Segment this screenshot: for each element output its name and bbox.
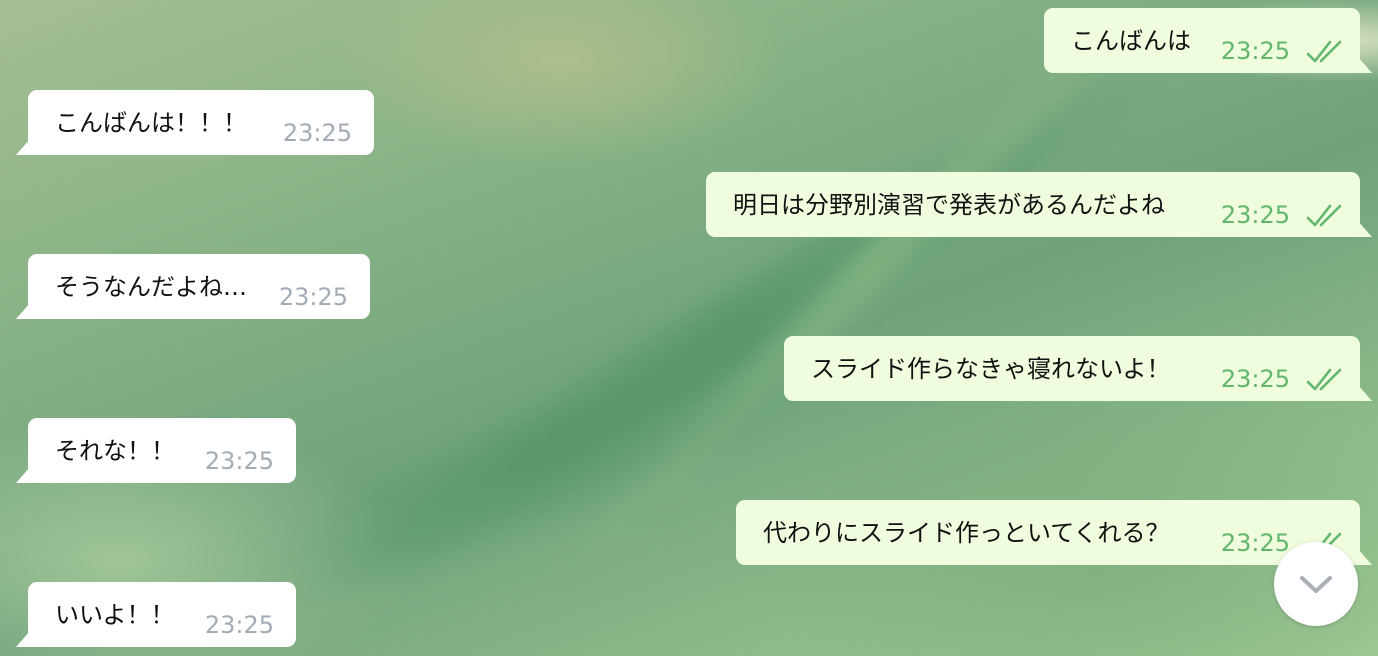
double-check-icon <box>1306 40 1342 63</box>
message-text: 明日は分野別演習で発表があるんだよね <box>733 191 1165 219</box>
message-time: 23:25 <box>282 119 352 147</box>
scroll-to-bottom-button[interactable] <box>1274 542 1358 626</box>
outgoing-message[interactable]: 代わりにスライド作っといてくれる？ 23:25 <box>736 500 1372 565</box>
message-text: それな！！ <box>55 437 175 465</box>
message-time: 23:25 <box>204 611 274 639</box>
incoming-message[interactable]: いいよ！！ 23:25 <box>16 582 296 647</box>
outgoing-message[interactable]: こんばんは 23:25 <box>1044 8 1372 73</box>
message-text: スライド作らなきゃ寝れないよ！ <box>811 355 1171 383</box>
message-text: そうなんだよね… <box>55 273 247 301</box>
message-text: こんばんは <box>1071 27 1191 55</box>
chevron-down-icon <box>1300 576 1332 593</box>
message-time: 23:25 <box>1220 365 1290 393</box>
double-check-icon <box>1306 204 1342 227</box>
message-text: いいよ！！ <box>55 601 175 629</box>
message-time: 23:25 <box>1220 529 1290 557</box>
incoming-message[interactable]: それな！！ 23:25 <box>16 418 296 483</box>
message-time: 23:25 <box>278 283 348 311</box>
message-time: 23:25 <box>1220 201 1290 229</box>
message-text: 代わりにスライド作っといてくれる？ <box>763 519 1170 547</box>
incoming-message[interactable]: そうなんだよね… 23:25 <box>16 254 370 319</box>
message-time: 23:25 <box>1220 37 1290 65</box>
double-check-icon <box>1306 368 1342 391</box>
incoming-message[interactable]: こんばんは！！！ 23:25 <box>16 90 374 155</box>
outgoing-message[interactable]: 明日は分野別演習で発表があるんだよね 23:25 <box>706 172 1372 237</box>
message-text: こんばんは！！！ <box>55 109 247 137</box>
outgoing-message[interactable]: スライド作らなきゃ寝れないよ！ 23:25 <box>784 336 1372 401</box>
message-time: 23:25 <box>204 447 274 475</box>
